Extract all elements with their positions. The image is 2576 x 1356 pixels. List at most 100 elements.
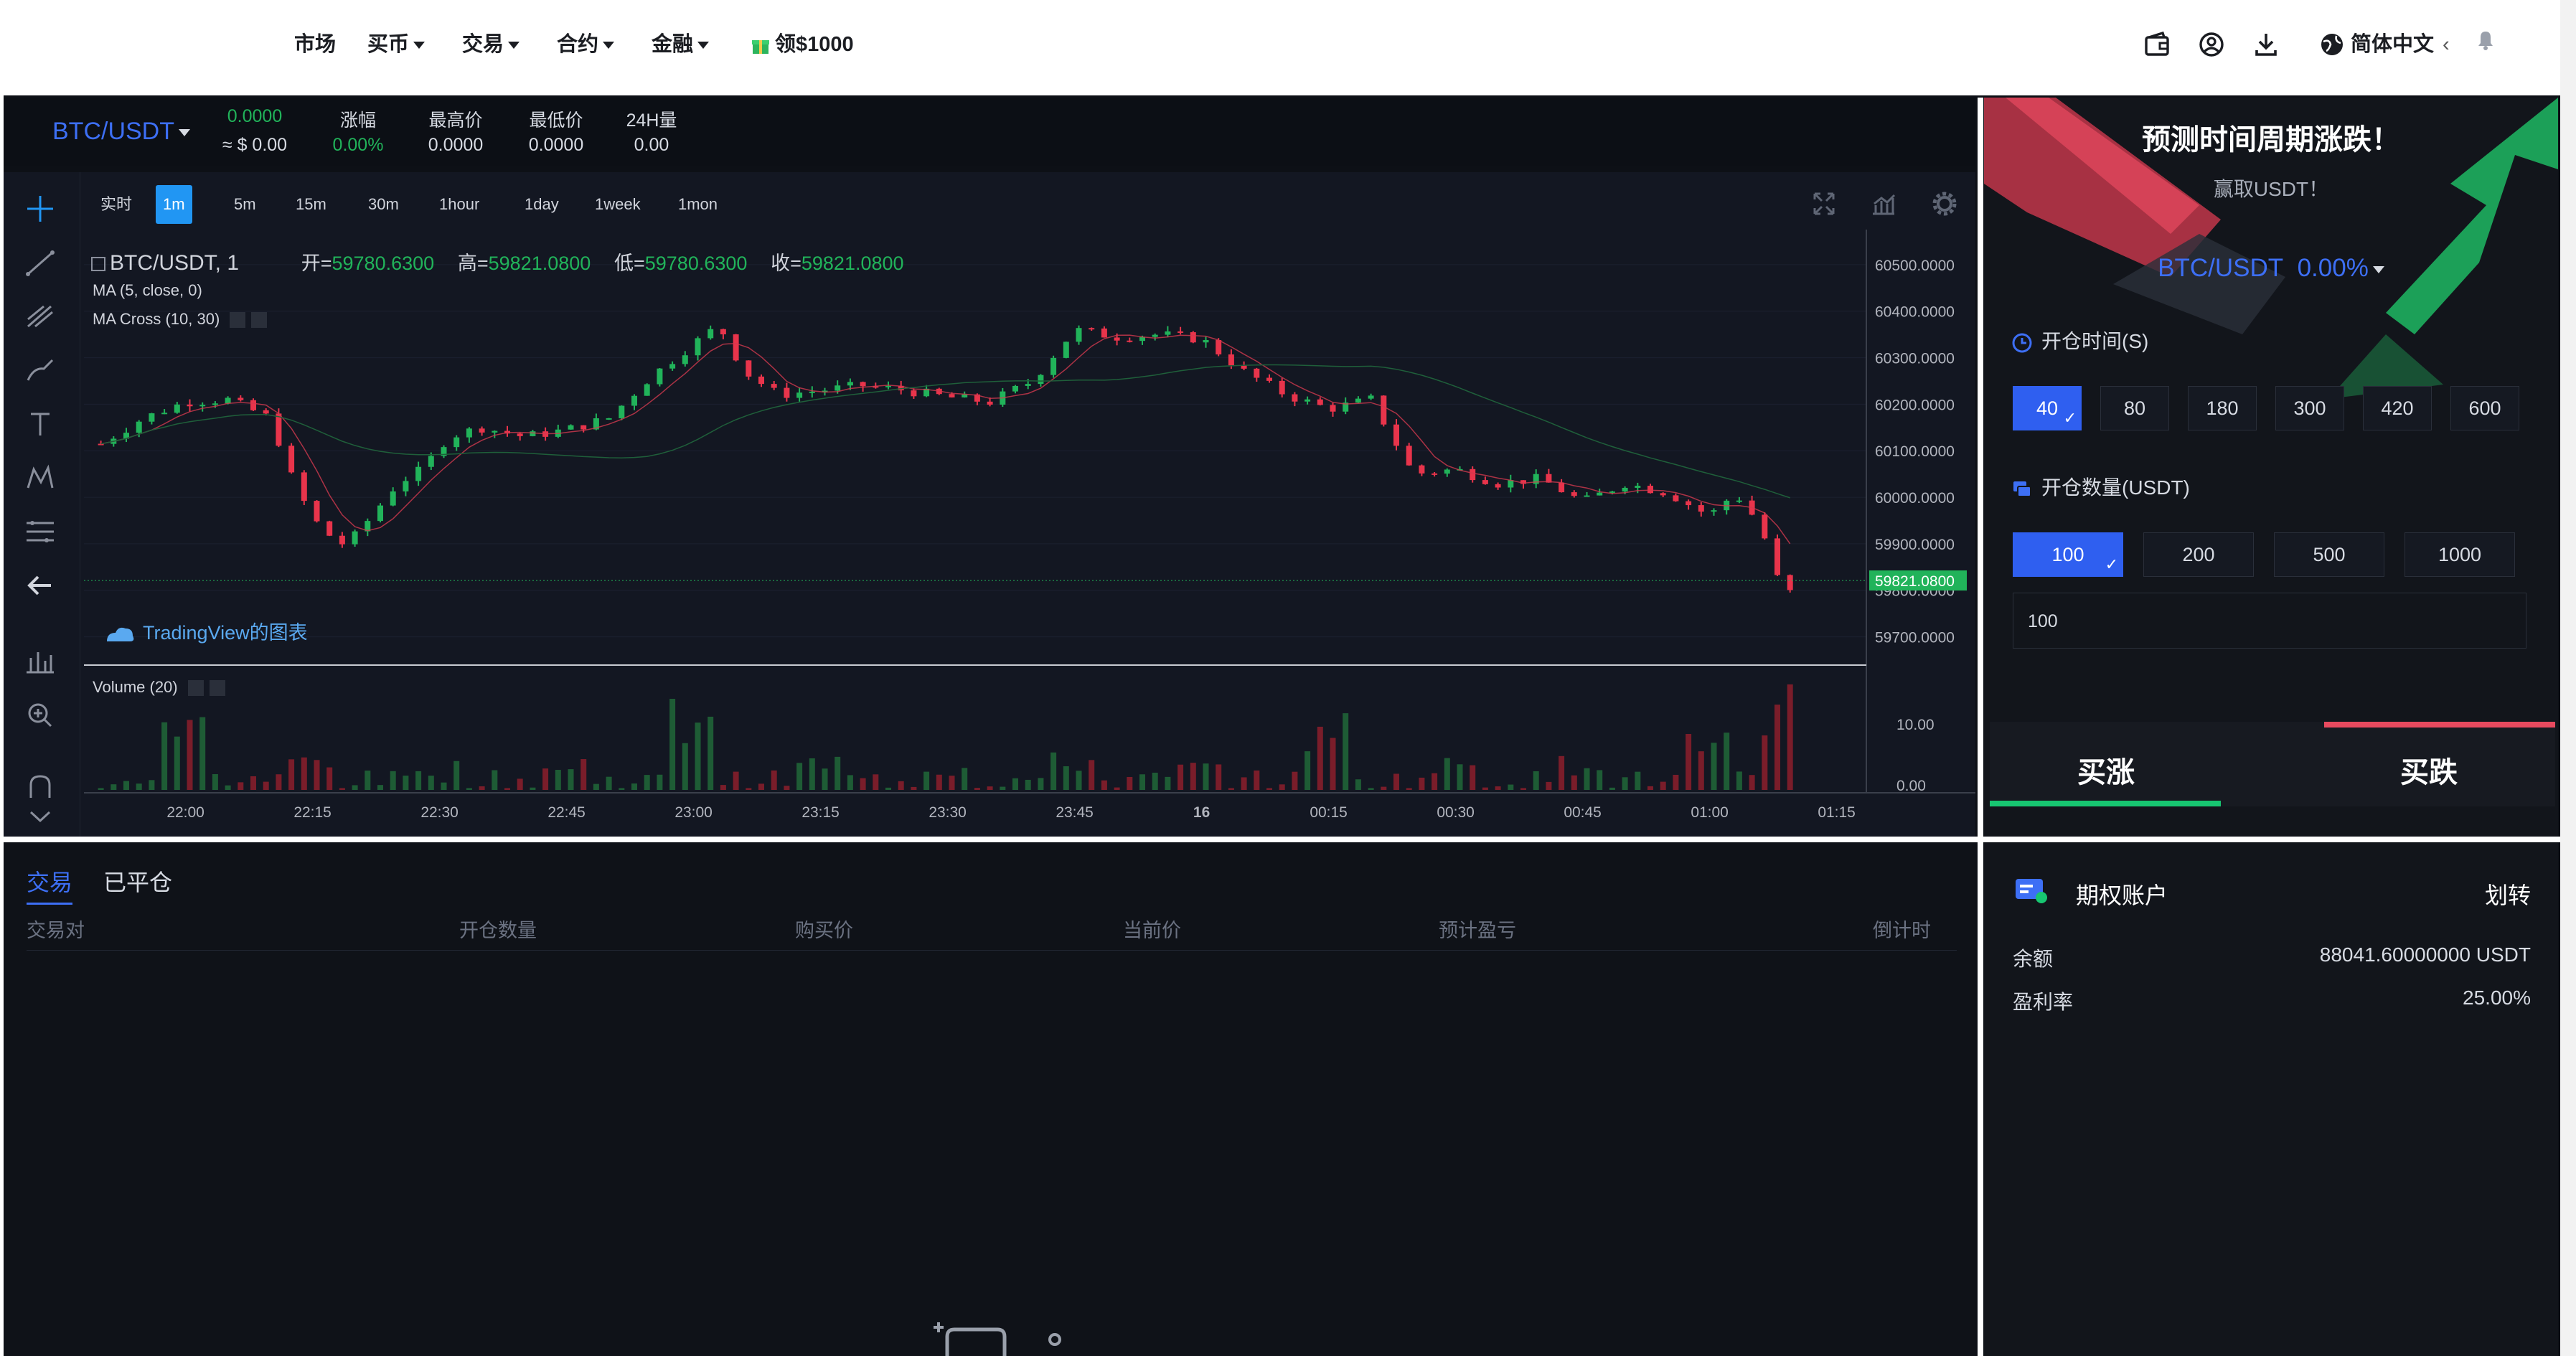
candle[interactable]: [1406, 446, 1412, 466]
transfer-link[interactable]: 划转: [2485, 877, 2531, 910]
download-icon[interactable]: [2250, 29, 2282, 60]
candle[interactable]: [1508, 480, 1514, 488]
candle[interactable]: [885, 385, 891, 387]
candle[interactable]: [1089, 328, 1095, 330]
candle[interactable]: [911, 390, 917, 397]
candle[interactable]: [987, 401, 993, 405]
indicator-close-icon[interactable]: [209, 680, 225, 697]
candle[interactable]: [708, 329, 714, 339]
candle[interactable]: [1711, 510, 1717, 512]
amount-option-100[interactable]: 100: [2013, 532, 2123, 586]
buy-down-button[interactable]: 买跌: [2239, 722, 2555, 806]
candle[interactable]: [1609, 491, 1615, 494]
candle[interactable]: [1673, 495, 1679, 502]
candle[interactable]: [1203, 339, 1209, 343]
time-option-600[interactable]: 600: [2450, 386, 2519, 430]
candle[interactable]: [517, 433, 523, 436]
candle[interactable]: [835, 385, 841, 391]
user-icon[interactable]: [2196, 29, 2227, 60]
candle[interactable]: [1787, 575, 1793, 590]
interval-1hour[interactable]: 1hour: [432, 185, 486, 224]
candle[interactable]: [1063, 342, 1069, 358]
candle[interactable]: [1292, 394, 1298, 402]
candle[interactable]: [1330, 405, 1336, 412]
candle[interactable]: [796, 392, 803, 398]
candle[interactable]: [530, 431, 536, 436]
candle[interactable]: [619, 405, 625, 418]
candle[interactable]: [1686, 501, 1692, 506]
candle[interactable]: [746, 360, 752, 377]
candle[interactable]: [212, 403, 218, 405]
tab-trade[interactable]: 交易: [27, 865, 73, 905]
magnet-icon[interactable]: [19, 769, 61, 806]
amount-option-200[interactable]: 200: [2143, 532, 2254, 577]
time-option-420[interactable]: 420: [2363, 386, 2432, 430]
candle[interactable]: [1076, 328, 1082, 342]
trend-line-icon[interactable]: [19, 244, 61, 281]
nav-item-market[interactable]: 市场: [294, 30, 336, 59]
candle[interactable]: [568, 425, 574, 430]
candle[interactable]: [453, 437, 460, 448]
candle[interactable]: [1419, 465, 1425, 474]
nav-item-promo[interactable]: 领$1000: [751, 30, 854, 59]
candle[interactable]: [949, 394, 955, 397]
trade-pair-selector[interactable]: BTC/USDT 0.00%: [1984, 254, 2558, 283]
legend-volume[interactable]: Volume (20): [93, 678, 225, 697]
indicators-icon[interactable]: [1866, 188, 1902, 220]
candle[interactable]: [479, 428, 485, 433]
candle[interactable]: [1381, 395, 1387, 425]
candle[interactable]: [174, 404, 180, 413]
candle[interactable]: [1635, 486, 1641, 488]
candle[interactable]: [149, 413, 155, 422]
candle[interactable]: [1495, 484, 1501, 488]
candle[interactable]: [1355, 398, 1361, 403]
candle[interactable]: [1101, 328, 1107, 338]
language-selector[interactable]: 简体中文: [2351, 30, 2434, 59]
pair-selector[interactable]: BTC/USDT: [52, 118, 190, 146]
candle[interactable]: [1305, 399, 1311, 402]
candle[interactable]: [1774, 538, 1780, 575]
candle[interactable]: [1228, 354, 1234, 366]
candle[interactable]: [1025, 384, 1031, 386]
candle[interactable]: [771, 384, 777, 388]
globe-icon[interactable]: [2316, 29, 2348, 60]
pitchfork-icon[interactable]: [19, 298, 61, 335]
bell-icon[interactable]: [2471, 26, 2503, 57]
candle[interactable]: [187, 404, 193, 407]
text-tool-icon[interactable]: [19, 405, 61, 443]
interval-15m[interactable]: 15m: [288, 185, 334, 224]
legend-ma-cross[interactable]: MA Cross (10, 30): [93, 310, 268, 329]
candle[interactable]: [225, 397, 231, 404]
interval-30m[interactable]: 30m: [361, 185, 406, 224]
settings-gear-icon[interactable]: [1927, 188, 1962, 220]
candle[interactable]: [1622, 487, 1628, 492]
interval-1week[interactable]: 1week: [588, 185, 648, 224]
time-option-300[interactable]: 300: [2275, 386, 2344, 430]
candle[interactable]: [199, 405, 206, 407]
candle[interactable]: [682, 355, 688, 364]
candle[interactable]: [288, 446, 295, 473]
candle[interactable]: [1216, 339, 1222, 354]
candle[interactable]: [466, 428, 472, 438]
candle[interactable]: [1393, 424, 1399, 446]
candle[interactable]: [1050, 357, 1057, 375]
interval-5m[interactable]: 5m: [227, 185, 263, 224]
candle[interactable]: [1266, 377, 1272, 381]
candle[interactable]: [1584, 495, 1590, 497]
candle[interactable]: [1368, 395, 1374, 399]
candle[interactable]: [263, 410, 269, 414]
candle[interactable]: [657, 368, 663, 385]
candle[interactable]: [720, 329, 726, 334]
candle[interactable]: [1012, 385, 1018, 392]
candle[interactable]: [276, 413, 282, 446]
price-chart[interactable]: 60500.0000 60400.0000 60300.0000 60200.0000…: [4, 172, 1975, 837]
fib-icon[interactable]: [19, 513, 61, 550]
candle[interactable]: [1762, 514, 1768, 539]
candle[interactable]: [136, 421, 142, 433]
zoom-icon[interactable]: [19, 696, 61, 733]
candle[interactable]: [352, 531, 358, 545]
nav-item-finance[interactable]: 金融: [652, 30, 710, 59]
candle[interactable]: [1559, 482, 1565, 493]
indicator-settings-icon[interactable]: [230, 312, 246, 329]
interval-1mon[interactable]: 1mon: [671, 185, 725, 224]
